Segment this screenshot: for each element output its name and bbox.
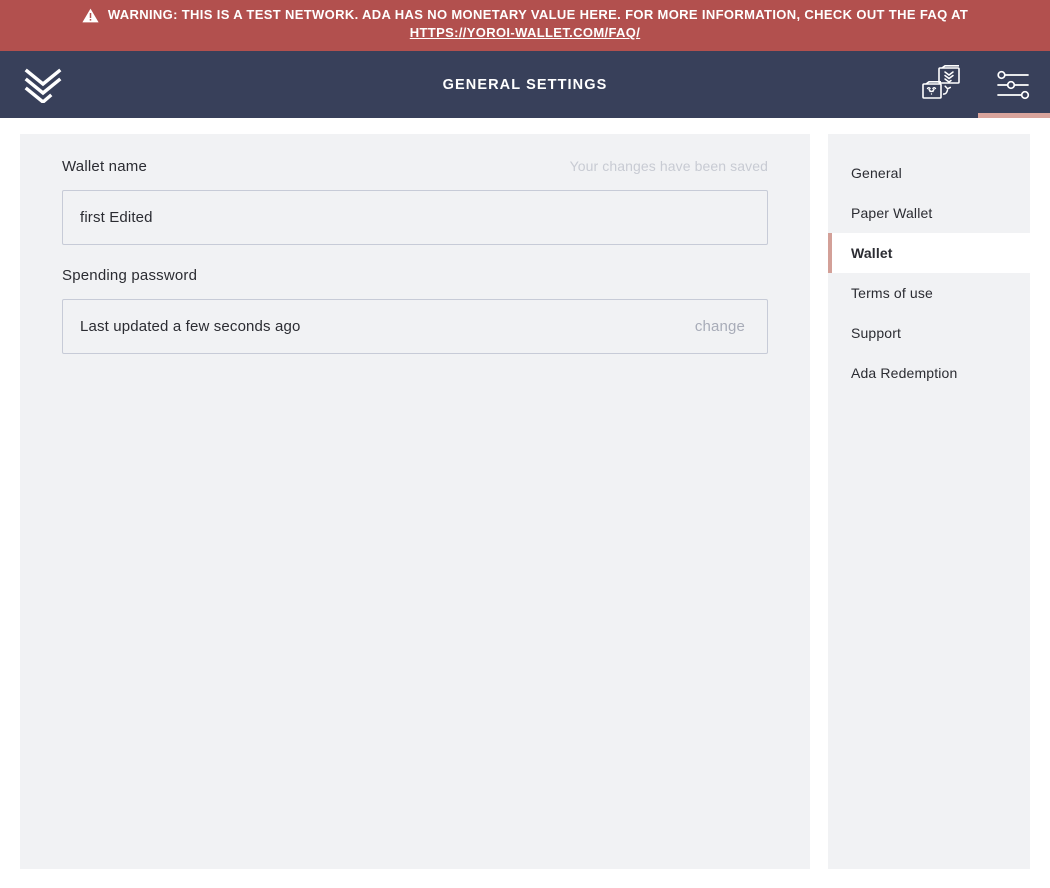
wallet-switch-icon [922,64,960,99]
change-password-link[interactable]: change [695,318,745,335]
menu-item-ada-redemption[interactable]: Ada Redemption [828,353,1030,393]
yoroi-logo-icon[interactable] [24,67,62,104]
changes-saved-note: Your changes have been saved [569,158,768,174]
top-navigation-bar: GENERAL SETTINGS [0,51,1050,118]
spending-password-header: Spending password [62,267,768,289]
menu-item-support[interactable]: Support [828,313,1030,353]
page-body: Wallet name Your changes have been saved… [0,118,1050,888]
wallet-switch-button[interactable] [906,51,978,118]
spending-password-status: Last updated a few seconds ago [80,318,301,335]
menu-item-terms-of-use[interactable]: Terms of use [828,273,1030,313]
spending-password-row[interactable]: Last updated a few seconds ago change [62,299,768,354]
menu-item-label: Ada Redemption [851,365,958,381]
faq-link[interactable]: HTTPS://YOROI-WALLET.COM/FAQ/ [410,23,640,43]
spending-password-label: Spending password [62,267,198,284]
menu-item-label: Paper Wallet [851,205,933,221]
topbar-actions [906,51,1050,118]
settings-sliders-icon [997,70,1030,99]
menu-item-wallet[interactable]: Wallet [828,233,1030,273]
warning-message-row: WARNING: THIS IS A TEST NETWORK. ADA HAS… [82,7,968,23]
settings-button[interactable] [978,51,1050,118]
menu-item-general[interactable]: General [828,153,1030,193]
warning-text: WARNING: THIS IS A TEST NETWORK. ADA HAS… [107,7,969,22]
wallet-settings-panel: Wallet name Your changes have been saved… [20,134,810,869]
page-title: GENERAL SETTINGS [442,76,608,93]
wallet-name-header: Wallet name Your changes have been saved [62,158,768,180]
menu-item-label: General [851,165,902,181]
spending-password-field-block: Spending password Last updated a few sec… [62,267,768,354]
wallet-name-field-block: Wallet name Your changes have been saved [62,158,768,245]
menu-item-label: Wallet [851,245,893,261]
wallet-name-input[interactable] [62,190,768,245]
test-network-warning-banner: WARNING: THIS IS A TEST NETWORK. ADA HAS… [0,0,1050,51]
menu-item-label: Support [851,325,902,341]
wallet-name-label: Wallet name [62,158,148,175]
settings-menu: General Paper Wallet Wallet Terms of use… [828,134,1030,869]
menu-item-label: Terms of use [851,285,933,301]
menu-item-paper-wallet[interactable]: Paper Wallet [828,193,1030,233]
warning-triangle-icon [82,8,99,22]
